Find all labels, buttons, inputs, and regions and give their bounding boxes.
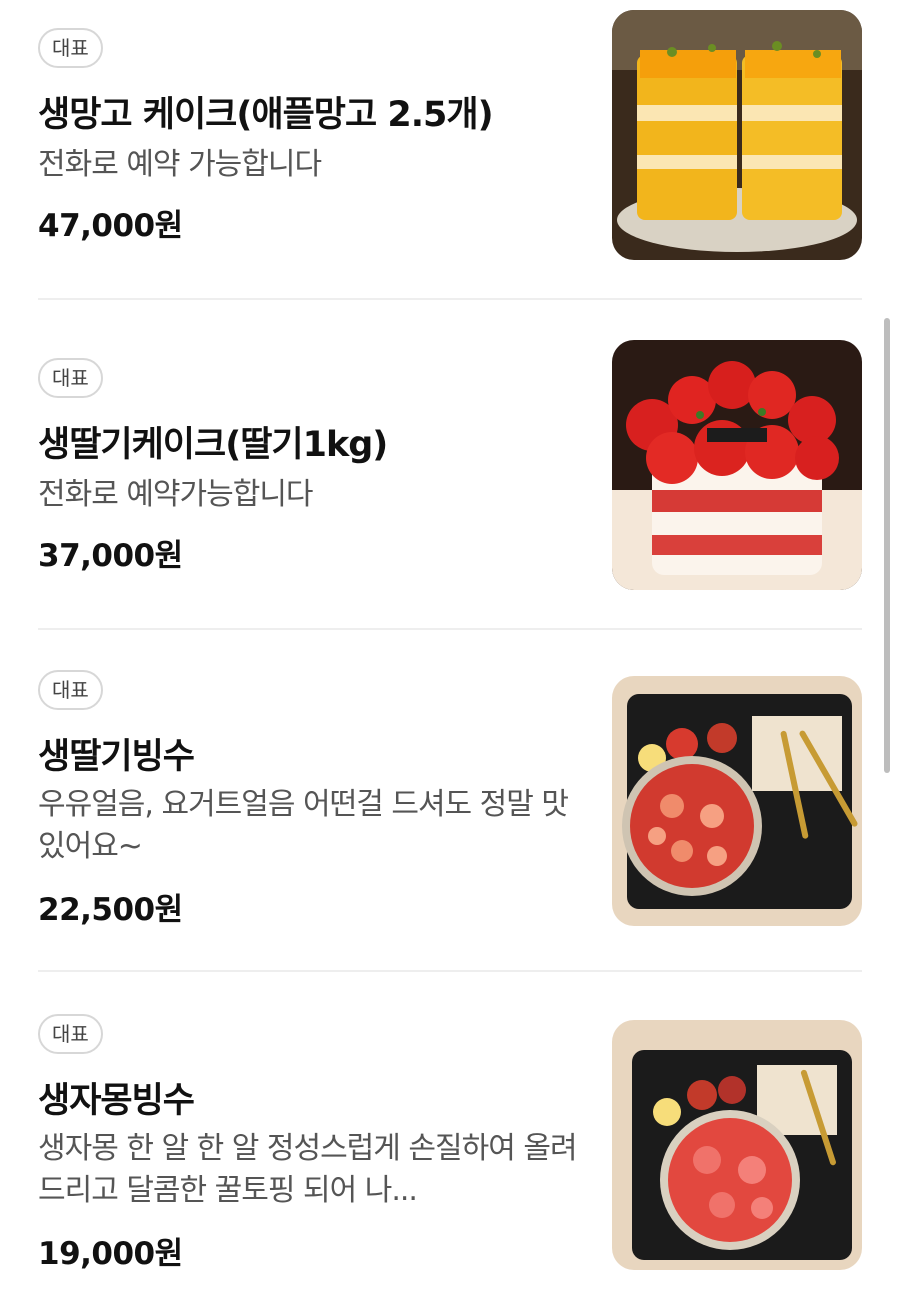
menu-item-name: 생자몽빙수	[38, 1081, 195, 1121]
menu-item-description: 전화로 예약 가능합니다	[38, 147, 322, 182]
divider	[38, 298, 862, 300]
menu-item-price: 22,500원	[38, 892, 183, 928]
menu-item-price: 47,000원	[38, 208, 183, 244]
menu-item-description: 전화로 예약가능합니다	[38, 477, 314, 512]
signature-badge: 대표	[38, 670, 103, 710]
menu-item-name: 생망고 케이크(애플망고 2.5개)	[38, 95, 494, 135]
menu-item[interactable]: 대표 생망고 케이크(애플망고 2.5개) 전화로 예약 가능합니다 47,00…	[38, 10, 862, 278]
scrollbar[interactable]	[884, 318, 890, 773]
menu-item-price: 19,000원	[38, 1236, 183, 1272]
grapefruit-bingsu-photo[interactable]	[612, 1020, 862, 1270]
menu-item-description: 생자몽 한 알 한 알 정성스럽게 손질하여 올려드리고 달콤한 꿀토핑 되어 …	[38, 1131, 578, 1208]
menu-item[interactable]: 대표 생딸기케이크(딸기1kg) 전화로 예약가능합니다 37,000원	[38, 340, 862, 608]
menu-item[interactable]: 대표 생딸기빙수 우유얼음, 요거트얼음 어떤걸 드셔도 정말 맛있어요~ 22…	[38, 670, 862, 940]
signature-badge: 대표	[38, 358, 103, 398]
divider	[38, 628, 862, 630]
signature-badge: 대표	[38, 28, 103, 68]
menu-item-name: 생딸기케이크(딸기1kg)	[38, 425, 388, 465]
divider	[38, 970, 862, 972]
mango-cake-photo[interactable]	[612, 10, 862, 260]
strawberry-bingsu-photo[interactable]	[612, 676, 862, 926]
menu-item-price: 37,000원	[38, 538, 183, 574]
menu-item[interactable]: 대표 생자몽빙수 생자몽 한 알 한 알 정성스럽게 손질하여 올려드리고 달콤…	[38, 1014, 862, 1284]
menu-item-description: 우유얼음, 요거트얼음 어떤걸 드셔도 정말 맛있어요~	[38, 787, 569, 864]
signature-badge: 대표	[38, 1014, 103, 1054]
menu-item-name: 생딸기빙수	[38, 737, 195, 777]
strawberry-cake-photo[interactable]	[612, 340, 862, 590]
